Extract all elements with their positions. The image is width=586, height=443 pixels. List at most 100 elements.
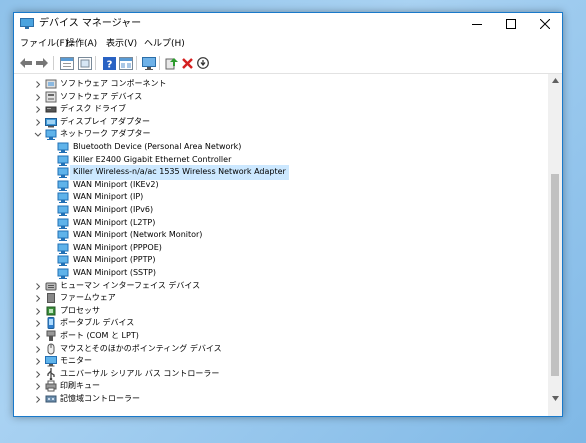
- chevron-right-icon[interactable]: [34, 345, 42, 354]
- maximize-icon: [506, 19, 516, 29]
- tree-device[interactable]: Bluetooth Device (Personal Area Network): [14, 141, 548, 154]
- tree-device[interactable]: WAN Miniport (PPTP): [14, 254, 548, 267]
- tree-item-label: 印刷キュー: [60, 381, 100, 391]
- back-button[interactable]: [18, 55, 34, 71]
- chevron-right-icon[interactable]: [34, 282, 42, 291]
- tree-category[interactable]: ソフトウェア コンポーネント: [14, 78, 548, 91]
- network-adapter-icon: [57, 180, 69, 191]
- uninstall-button[interactable]: [179, 55, 195, 71]
- network-adapter-icon: [57, 268, 69, 279]
- tree-category[interactable]: モニター: [14, 355, 548, 368]
- printer-icon: [45, 380, 57, 392]
- menu-bar: ファイル(F) 操作(A) 表示(V) ヘルプ(H): [14, 36, 562, 52]
- tree-device[interactable]: WAN Miniport (IPv6): [14, 204, 548, 217]
- chevron-right-icon[interactable]: [34, 370, 42, 379]
- tree-device[interactable]: WAN Miniport (IP): [14, 191, 548, 204]
- show-hidden-button[interactable]: [77, 55, 93, 71]
- tree-category[interactable]: ポート (COM と LPT): [14, 330, 548, 343]
- chevron-right-icon[interactable]: [34, 93, 42, 102]
- software-device-icon: [45, 91, 57, 103]
- tree-item-label: WAN Miniport (PPTP): [73, 255, 156, 265]
- disk-drive-icon: [45, 106, 57, 113]
- menu-file[interactable]: ファイル(F): [20, 37, 68, 51]
- chevron-right-icon[interactable]: [34, 319, 42, 328]
- tree-device[interactable]: Killer Wireless-n/a/ac 1535 Wireless Net…: [14, 165, 548, 180]
- toolbar-separator: [159, 56, 160, 70]
- view-toggle-button[interactable]: [118, 55, 134, 71]
- chevron-right-icon[interactable]: [34, 382, 42, 391]
- chevron-right-icon[interactable]: [34, 307, 42, 316]
- chevron-right-icon[interactable]: [34, 80, 42, 89]
- tree-item-label: WAN Miniport (PPPOE): [73, 242, 162, 252]
- network-adapter-icon: [45, 129, 57, 141]
- title-bar[interactable]: デバイス マネージャー: [14, 13, 562, 35]
- network-adapter-icon: [57, 167, 69, 179]
- tree-category[interactable]: ディスプレイ アダプター: [14, 116, 548, 129]
- scrollbar-thumb[interactable]: [551, 174, 559, 376]
- network-adapter-icon: [57, 155, 69, 166]
- tree-device[interactable]: WAN Miniport (Network Monitor): [14, 229, 548, 242]
- scroll-down-button[interactable]: [548, 392, 562, 404]
- scan-hardware-button[interactable]: [141, 55, 157, 71]
- tree-item-label: ユニバーサル シリアル バス コントローラー: [60, 368, 220, 378]
- tree-item-label: モニター: [60, 356, 92, 366]
- tree-category[interactable]: 印刷キュー: [14, 380, 548, 393]
- update-driver-icon: [165, 57, 178, 69]
- tree-category[interactable]: ヒューマン インターフェイス デバイス: [14, 280, 548, 293]
- tree-device[interactable]: WAN Miniport (IKEv2): [14, 179, 548, 192]
- forward-button[interactable]: [34, 55, 50, 71]
- menu-action[interactable]: 操作(A): [66, 37, 97, 51]
- tree-category[interactable]: ユニバーサル シリアル バス コントローラー: [14, 367, 548, 381]
- tree-item-label: WAN Miniport (IKEv2): [73, 179, 159, 189]
- tree-category[interactable]: ファームウェア: [14, 292, 548, 305]
- network-adapter-icon: [57, 243, 69, 254]
- close-button[interactable]: [528, 13, 562, 35]
- scroll-up-button[interactable]: [548, 74, 562, 86]
- device-manager-window: デバイス マネージャー ファイル(F) 操作(A) 表示(V) ヘルプ(H) ?…: [13, 12, 563, 417]
- chevron-right-icon[interactable]: [34, 395, 42, 404]
- tree-device[interactable]: WAN Miniport (PPPOE): [14, 242, 548, 255]
- tree-category[interactable]: ネットワーク アダプター: [14, 128, 548, 141]
- tree-item-label: WAN Miniport (IP): [73, 192, 144, 202]
- tree-device[interactable]: WAN Miniport (SSTP): [14, 267, 548, 280]
- menu-help[interactable]: ヘルプ(H): [144, 37, 185, 51]
- tree-item-label: ソフトウェア コンポーネント: [60, 79, 167, 88]
- tree-category[interactable]: ポータブル デバイス: [14, 317, 548, 330]
- chevron-right-icon[interactable]: [34, 105, 42, 114]
- help-icon: ?: [102, 56, 116, 70]
- tree-category[interactable]: マウスとそのほかのポインティング デバイス: [14, 343, 548, 356]
- menu-view[interactable]: 表示(V): [106, 37, 137, 51]
- view-toggle-icon: [119, 56, 133, 70]
- tree-item-label: Bluetooth Device (Personal Area Network): [73, 142, 242, 151]
- help-button[interactable]: ?: [101, 55, 117, 71]
- chevron-right-icon[interactable]: [34, 294, 42, 303]
- device-tree: ソフトウェア コンポーネントソフトウェア デバイス ディスク ドライブ ディスプレイ…: [14, 74, 548, 416]
- tree-category[interactable]: ディスク ドライブ: [14, 103, 548, 116]
- chevron-right-icon[interactable]: [34, 357, 42, 366]
- minimize-button[interactable]: [460, 13, 494, 35]
- processor-icon: [46, 306, 56, 316]
- tree-device[interactable]: WAN Miniport (L2TP): [14, 217, 548, 230]
- properties-button[interactable]: [59, 55, 75, 71]
- monitor-icon: [142, 56, 156, 70]
- maximize-button[interactable]: [494, 13, 528, 35]
- chevron-right-icon[interactable]: [34, 332, 42, 341]
- chevron-down-icon: [551, 395, 559, 401]
- disable-device-button[interactable]: [195, 55, 211, 71]
- update-driver-button[interactable]: [163, 55, 179, 71]
- disable-device-icon: [197, 57, 209, 69]
- tree-category[interactable]: ソフトウェア デバイス: [14, 91, 548, 104]
- minimize-icon: [472, 24, 482, 25]
- vertical-scrollbar[interactable]: [548, 74, 562, 416]
- tree-category[interactable]: 記憶域コントローラー: [14, 393, 548, 406]
- tree-device[interactable]: Killer E2400 Gigabit Ethernet Controller: [14, 154, 548, 167]
- chevron-down-icon[interactable]: [34, 130, 42, 139]
- network-adapter-icon: [57, 142, 69, 153]
- tree-item-label: ポータブル デバイス: [60, 318, 135, 328]
- network-adapter-icon: [57, 230, 69, 242]
- chevron-right-icon[interactable]: [34, 118, 42, 127]
- tree-item-label: WAN Miniport (SSTP): [73, 268, 156, 277]
- tree-category[interactable]: プロセッサ: [14, 305, 548, 318]
- tree-item-label: WAN Miniport (Network Monitor): [73, 230, 203, 240]
- network-adapter-icon: [57, 192, 69, 204]
